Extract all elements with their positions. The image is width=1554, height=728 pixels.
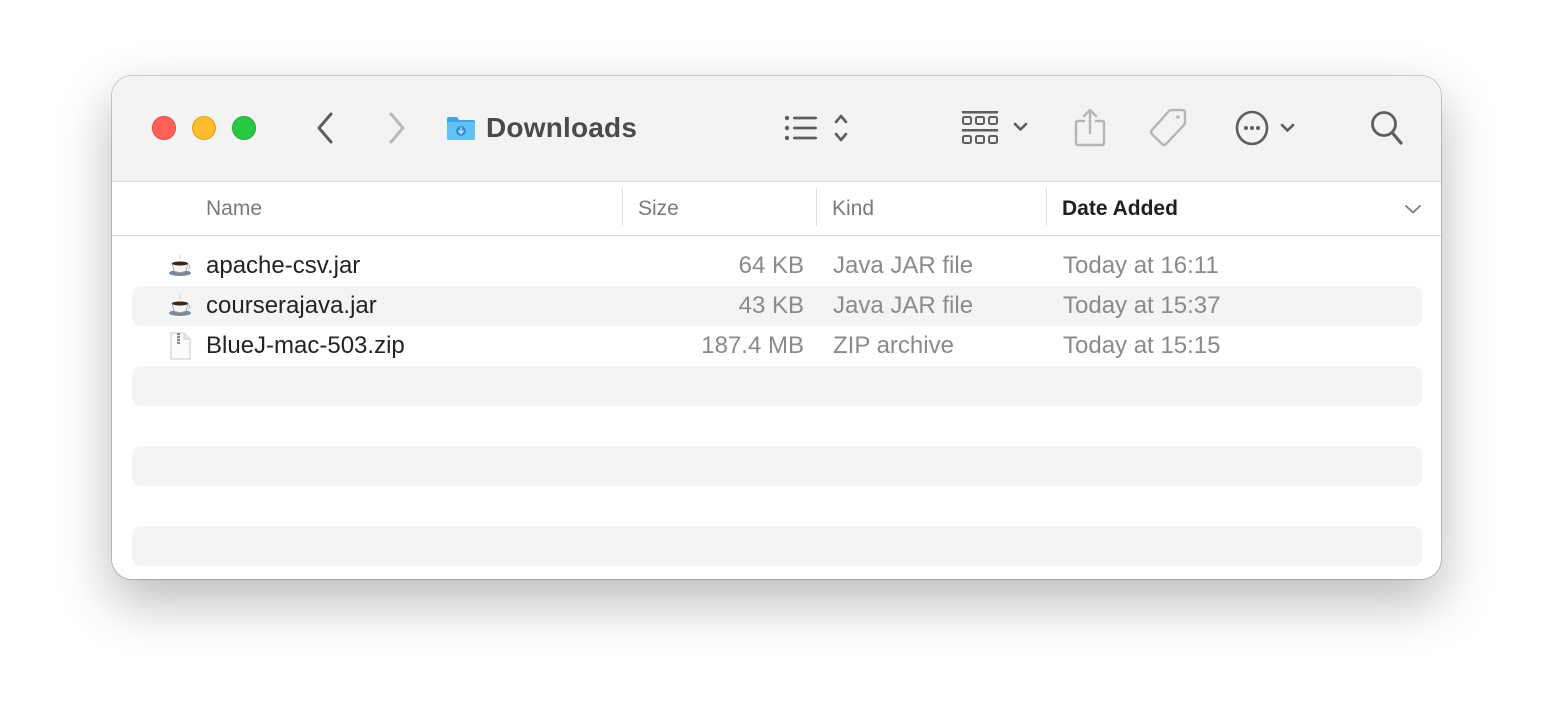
search-icon	[1371, 111, 1403, 145]
zip-file-icon	[166, 332, 194, 360]
file-list: apache-csv.jar 64 KB Java JAR file Today…	[112, 236, 1441, 579]
file-size: 187.4 MB	[701, 332, 804, 359]
chevron-right-icon	[389, 112, 405, 144]
column-divider[interactable]	[1046, 188, 1047, 226]
empty-row	[132, 406, 1422, 446]
column-kind[interactable]: Kind	[832, 182, 874, 235]
tag-button[interactable]	[1148, 106, 1190, 148]
tag-icon	[1149, 108, 1187, 147]
title-label: Downloads	[486, 112, 638, 143]
view-options-button[interactable]	[782, 110, 862, 146]
java-cup-icon	[166, 252, 194, 280]
minimize-button[interactable]	[192, 116, 216, 140]
file-name: apache-csv.jar	[206, 252, 361, 279]
file-size: 64 KB	[738, 252, 804, 279]
group-by-grid-icon	[962, 111, 1028, 144]
empty-row	[132, 366, 1422, 406]
column-divider[interactable]	[622, 188, 623, 226]
window-title: Downloads	[446, 110, 637, 146]
file-size: 43 KB	[738, 292, 804, 319]
close-button[interactable]	[152, 116, 176, 140]
file-kind: ZIP archive	[833, 332, 954, 359]
share-icon	[1074, 108, 1106, 147]
column-header: Name Size Kind Date Added	[112, 182, 1441, 236]
file-row[interactable]: courserajava.jar 43 KB Java JAR file Tod…	[132, 286, 1422, 326]
file-date-added: Today at 15:15	[1063, 332, 1221, 359]
column-date-added[interactable]: Date Added	[1062, 182, 1178, 235]
group-button[interactable]	[960, 108, 1032, 148]
forward-button[interactable]	[382, 110, 412, 146]
java-cup-icon	[166, 292, 194, 320]
sort-chevron-down-icon[interactable]	[1404, 202, 1424, 216]
toolbar: Downloads	[112, 76, 1441, 182]
finder-window: Downloads Name Size Kind Date Added apac…	[112, 76, 1441, 579]
chevron-left-icon	[317, 112, 333, 144]
list-view-icon	[784, 114, 848, 142]
file-row[interactable]: apache-csv.jar 64 KB Java JAR file Today…	[132, 246, 1422, 286]
file-row[interactable]: BlueJ-mac-503.zip 187.4 MB ZIP archive T…	[132, 326, 1422, 366]
empty-row	[132, 446, 1422, 486]
file-date-added: Today at 15:37	[1063, 292, 1221, 319]
file-kind: Java JAR file	[833, 252, 974, 279]
column-divider[interactable]	[816, 188, 817, 226]
maximize-button[interactable]	[232, 116, 256, 140]
empty-row	[132, 526, 1422, 566]
downloads-folder-icon	[447, 117, 475, 140]
file-date-added: Today at 16:11	[1063, 252, 1219, 279]
more-actions-icon	[1235, 110, 1295, 146]
back-button[interactable]	[310, 110, 340, 146]
file-kind: Java JAR file	[833, 292, 974, 319]
share-button[interactable]	[1072, 106, 1108, 148]
column-size[interactable]: Size	[638, 182, 679, 235]
file-name: BlueJ-mac-503.zip	[206, 332, 405, 359]
action-menu-button[interactable]	[1234, 108, 1298, 148]
search-button[interactable]	[1368, 108, 1406, 148]
column-name[interactable]: Name	[206, 182, 262, 235]
empty-row	[132, 486, 1422, 526]
file-name: courserajava.jar	[206, 292, 377, 319]
